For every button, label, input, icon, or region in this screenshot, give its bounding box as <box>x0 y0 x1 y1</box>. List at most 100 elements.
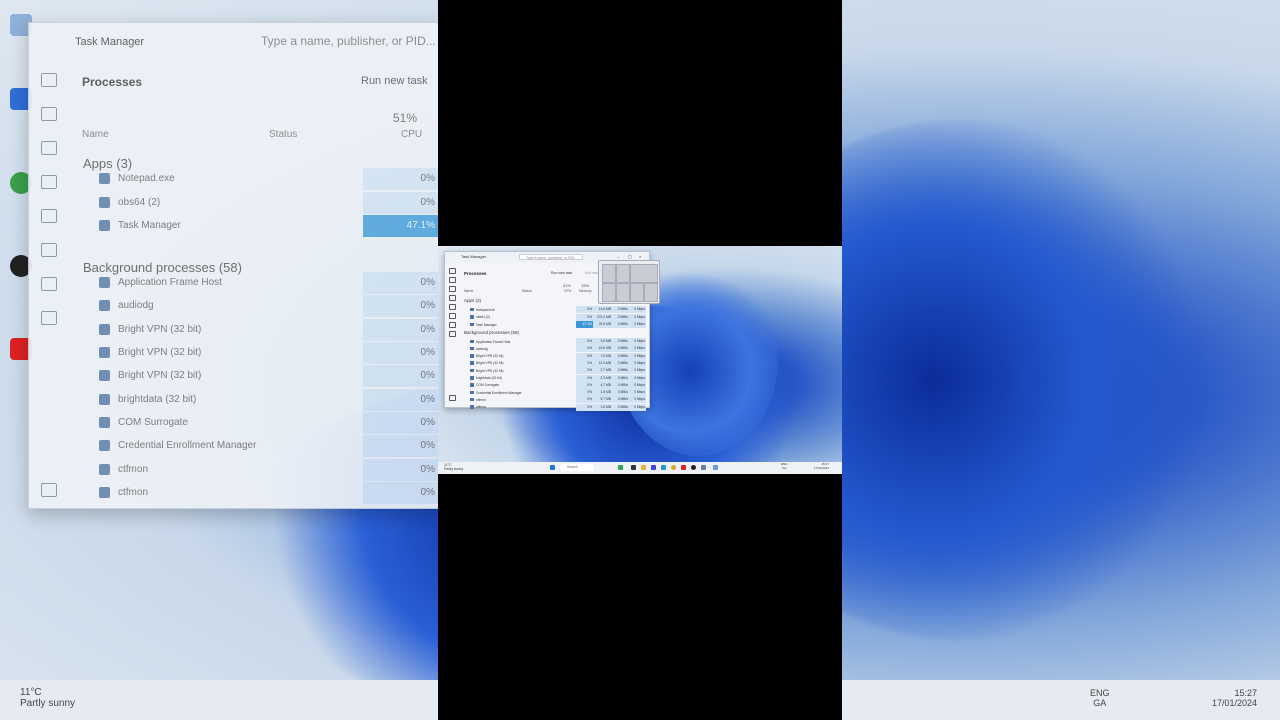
snap-layouts-flyout[interactable] <box>598 260 660 304</box>
process-row[interactable]: ctfmon 0% 5.7 MB 0 MB/s 0 Mbps <box>462 396 649 404</box>
column-status[interactable]: Status <box>522 289 532 293</box>
app-icon[interactable] <box>651 465 656 470</box>
run-new-task-button[interactable]: Run new task <box>551 271 572 275</box>
details-icon[interactable] <box>449 322 456 328</box>
process-name: obs64 (2) <box>476 315 490 319</box>
process-row[interactable]: Bright VPN (32 bit) 0% 7.5 MB 0 MB/s 0 Mbps <box>462 352 649 360</box>
snap-zone[interactable] <box>644 283 658 302</box>
minimize-button[interactable]: – <box>617 254 619 259</box>
process-row[interactable]: Bright VPN (32 bit) 0% 12.4 MB 0 MB/s 0 Mbps <box>462 359 649 367</box>
youtube-icon[interactable] <box>681 465 686 470</box>
app-icon[interactable] <box>631 465 636 470</box>
process-row[interactable]: Bright VPN (32 bit) 0% 2.7 MB 0 MB/s 0 Mbps <box>462 367 649 375</box>
cpu-cell: 0% <box>576 367 593 375</box>
process-icon <box>99 197 110 208</box>
disk-cell: 0 MB/s <box>612 306 629 313</box>
disk-cell: 0 MB/s <box>612 374 629 382</box>
lang-line2: GA <box>1093 698 1107 708</box>
process-icon <box>99 487 110 498</box>
taskbar-search[interactable]: Search <box>560 464 594 471</box>
disk-cell: 0 MB/s <box>612 367 629 375</box>
clock[interactable]: 15:27 17/01/2024 <box>814 462 829 470</box>
snap-zone[interactable] <box>630 283 644 302</box>
memory-cell: 3.8 MB <box>593 338 612 345</box>
performance-icon <box>41 141 57 155</box>
column-cpu[interactable]: CPU <box>564 289 571 293</box>
history-icon[interactable] <box>449 295 456 301</box>
memory-cell: 14.6 MB <box>593 306 612 313</box>
memory-cell: 270.2 MB <box>593 313 612 321</box>
app-icon[interactable] <box>618 465 623 470</box>
chrome-icon[interactable] <box>671 465 676 470</box>
startup-icon[interactable] <box>449 304 456 310</box>
network-cell: 0 Mbps <box>629 321 646 328</box>
window-title: Task Manager <box>461 254 487 259</box>
performance-icon[interactable] <box>449 286 456 292</box>
search-input[interactable]: Type a name, publisher, or PID... <box>519 254 583 260</box>
process-name: Bright VPN (32 bit) <box>118 370 202 381</box>
memory-cell: 10.6 MB <box>593 345 612 353</box>
weather-widget[interactable]: 11°C Partly sunny <box>444 463 463 471</box>
process-row[interactable]: Notepad.exe 0% 14.6 MB 0 MB/s 0 Mbps <box>462 306 649 313</box>
close-button[interactable]: × <box>639 254 641 259</box>
process-row: Application Frame Host 0% <box>83 272 439 294</box>
process-name: Bright VPN (32 bit) <box>476 354 504 359</box>
background-section-header: Background processes (58) <box>464 330 520 335</box>
snap-zone[interactable] <box>616 283 630 302</box>
disk-cell: 0 MB/s <box>612 338 629 345</box>
cpu-total: 51% <box>393 111 418 125</box>
end-task-button[interactable]: End task <box>585 271 599 275</box>
process-row[interactable]: Application Frame Host 0% 3.8 MB 0 MB/s 0 Mb… <box>462 338 649 345</box>
memory-cell: 12.4 MB <box>593 359 612 367</box>
disk-cell: 0 MB/s <box>612 345 629 353</box>
disk-cell: 0 MB/s <box>612 321 629 328</box>
process-name: ctfmon <box>476 405 486 410</box>
maximize-button[interactable]: ▢ <box>628 254 632 259</box>
process-row: brightdata (32 bit) 0% <box>83 389 439 411</box>
process-row[interactable]: brightdata (32 bit) 0% 2.3 MB 0 MB/s 0 Mbps <box>462 374 649 382</box>
process-row[interactable]: COM Surrogate 0% 4.7 MB 0 MB/s 0 Mbps <box>462 381 649 389</box>
taskbar: 11°C Partly sunny Search ENG GA 15:27 17… <box>438 462 842 474</box>
language-indicator: ENG GA <box>1090 688 1110 708</box>
obs-icon[interactable] <box>691 465 696 470</box>
settings-icon[interactable] <box>449 395 456 401</box>
edge-icon[interactable] <box>661 465 666 470</box>
cpu-cell: 0% <box>576 374 593 382</box>
task-manager-icon[interactable] <box>713 465 718 470</box>
process-row[interactable]: ctfmon 0% 1.8 MB 0 MB/s 0 Mbps <box>462 403 649 411</box>
column-name[interactable]: Name <box>464 289 473 293</box>
window-title: Task Manager <box>75 36 145 48</box>
cpu-cell: 0% <box>363 389 439 411</box>
cpu-cell: 0% <box>576 352 593 360</box>
menu-icon[interactable] <box>449 268 456 274</box>
file-explorer-icon[interactable] <box>641 465 646 470</box>
app-icon[interactable] <box>701 465 706 470</box>
weather-desc: Partly sunny <box>20 698 76 709</box>
snap-zone[interactable] <box>630 264 658 283</box>
cpu-cell: 0% <box>576 381 593 389</box>
process-name: brightdata (32 bit) <box>476 376 502 380</box>
network-cell: 0 Mbps <box>629 374 646 382</box>
cpu-cell: 0% <box>363 365 439 387</box>
snap-zone[interactable] <box>616 264 630 283</box>
process-row[interactable]: obs64 (2) 0% 270.2 MB 0 MB/s 0 Mbps <box>462 313 649 321</box>
process-icon <box>99 440 110 451</box>
start-icon[interactable] <box>550 465 555 470</box>
column-name: Name <box>82 129 109 140</box>
process-row[interactable]: Task Manager 47.1% 76.6 MB 0 MB/s 0 Mbps <box>462 321 649 328</box>
column-memory[interactable]: Memory <box>579 289 592 293</box>
processes-icon[interactable] <box>449 277 456 283</box>
search-input: Type a name, publisher, or PID... <box>261 34 436 48</box>
process-row[interactable]: Credential Enrollment Manager 0% 1.5 MB 0 M… <box>462 389 649 397</box>
snap-zone[interactable] <box>602 283 616 302</box>
process-name: ctfmon <box>476 397 486 402</box>
process-name: audiodg <box>476 346 488 351</box>
cpu-cell: 47.1% <box>576 321 593 328</box>
users-icon[interactable] <box>449 313 456 319</box>
process-row[interactable]: audiodg 0% 10.6 MB 0 MB/s 0 Mbps <box>462 345 649 353</box>
language-indicator[interactable]: ENG GA <box>781 462 788 470</box>
snap-zone[interactable] <box>602 264 616 283</box>
cpu-cell: 0% <box>363 482 439 504</box>
weather-widget: 11°C Partly sunny <box>20 687 75 709</box>
services-icon[interactable] <box>449 331 456 337</box>
